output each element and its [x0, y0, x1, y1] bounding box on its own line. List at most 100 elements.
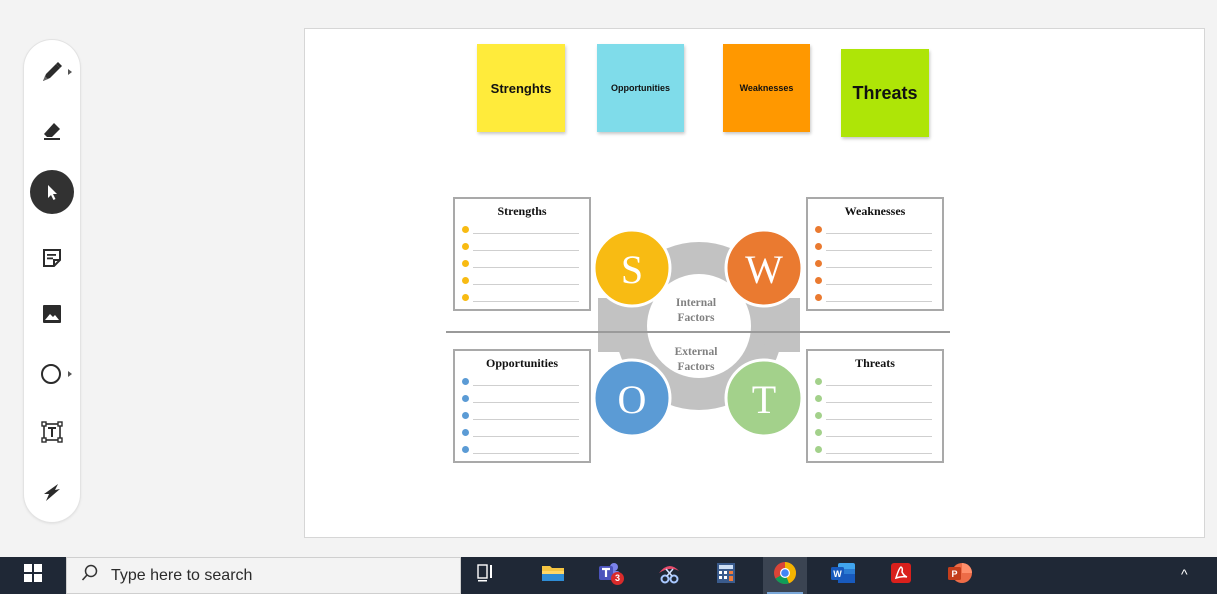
sticky-note-strengths[interactable]: Strenghts [477, 44, 565, 132]
bullet-rule [473, 284, 579, 285]
sticky-note-label: Opportunities [611, 83, 670, 93]
svg-text:P: P [951, 569, 957, 579]
bullet-line [455, 237, 589, 254]
bullet-rule [473, 301, 579, 302]
bullet-dot [462, 446, 469, 453]
bullet-line [808, 406, 942, 423]
svg-text:W: W [833, 569, 842, 579]
bullet-rule [826, 402, 932, 403]
text-box-icon [40, 420, 64, 444]
weaknesses-bullets [808, 220, 942, 305]
pen-tool[interactable] [30, 50, 74, 94]
sticky-note-opportunities[interactable]: Opportunities [597, 44, 684, 132]
bullet-rule [826, 453, 932, 454]
cursor-arrow-icon [42, 182, 62, 202]
strengths-title: Strengths [497, 204, 547, 218]
teams-button[interactable]: 3 [588, 557, 632, 594]
bullet-line [808, 220, 942, 237]
bullet-dot [815, 243, 822, 250]
sticky-note-icon [41, 247, 63, 269]
weaknesses-box[interactable]: Weaknesses [806, 197, 944, 311]
bullet-dot [462, 395, 469, 402]
powerpoint-button[interactable]: P [938, 557, 982, 594]
bullet-dot [462, 243, 469, 250]
external-line-2: Factors [677, 361, 715, 373]
calculator-button[interactable] [704, 557, 748, 594]
task-view-icon [476, 564, 496, 587]
file-explorer-button[interactable] [531, 557, 575, 594]
bullet-dot [815, 260, 822, 267]
ink-to-shape-tool[interactable] [30, 470, 74, 514]
select-tool[interactable] [30, 170, 74, 214]
shape-caret-icon [68, 371, 72, 377]
bullet-rule [473, 436, 579, 437]
pen-icon [40, 60, 64, 84]
snipping-tool-icon [656, 561, 682, 590]
bullet-line [455, 406, 589, 423]
bullet-dot [815, 378, 822, 385]
opportunities-title: Opportunities [485, 356, 558, 370]
weaknesses-title: Weaknesses [844, 204, 906, 218]
bullet-line [455, 372, 589, 389]
bullet-dot [815, 446, 822, 453]
circle-shape-icon [40, 362, 64, 386]
bullet-line [808, 237, 942, 254]
word-icon: W [830, 562, 856, 589]
chrome-button[interactable] [763, 557, 807, 594]
bullet-dot [815, 294, 822, 301]
eraser-tool[interactable] [30, 108, 74, 152]
start-button[interactable] [0, 557, 66, 594]
external-factors-label: External Factors [656, 345, 736, 375]
bullet-line [808, 372, 942, 389]
bullet-line [455, 440, 589, 457]
bullet-line [808, 423, 942, 440]
internal-line-1: Internal [675, 297, 717, 309]
task-view-button[interactable] [464, 557, 508, 594]
sticky-note-threats[interactable]: Threats [841, 49, 929, 137]
threats-title: Threats [855, 356, 895, 370]
bullet-dot [462, 294, 469, 301]
image-icon [41, 303, 63, 325]
bullet-rule [826, 301, 932, 302]
bullet-rule [826, 233, 932, 234]
search-icon [81, 564, 99, 587]
word-button[interactable]: W [821, 557, 865, 594]
sticky-note-label: Weaknesses [739, 83, 794, 93]
shape-tool[interactable] [30, 352, 74, 396]
bullet-dot [462, 260, 469, 267]
sticky-note-tool[interactable] [30, 236, 74, 280]
snipping-tool-button[interactable] [647, 557, 691, 594]
internal-external-divider [446, 331, 950, 333]
opportunities-box[interactable]: Opportunities [453, 349, 591, 463]
bullet-line [808, 271, 942, 288]
text-box-tool[interactable] [30, 410, 74, 454]
sticky-note-weaknesses[interactable]: Weaknesses [723, 44, 810, 132]
bullet-line [808, 389, 942, 406]
external-line-1: External [674, 346, 718, 358]
taskbar-search-box[interactable]: Type here to search [66, 557, 461, 594]
chrome-icon [773, 561, 797, 590]
image-tool[interactable] [30, 292, 74, 336]
bullet-line [455, 220, 589, 237]
bullet-rule [473, 250, 579, 251]
bullet-rule [826, 436, 932, 437]
strengths-box[interactable]: Strengths [453, 197, 591, 311]
acrobat-button[interactable] [879, 557, 923, 594]
windows-logo-icon [24, 564, 42, 587]
calculator-icon [716, 562, 736, 589]
search-placeholder: Type here to search [111, 566, 253, 584]
sticky-note-label: Threats [852, 82, 918, 103]
bullet-rule [473, 402, 579, 403]
strengths-bullets [455, 220, 589, 305]
bullet-rule [473, 419, 579, 420]
eraser-icon [40, 118, 64, 142]
bullet-line [455, 271, 589, 288]
bullet-line [455, 288, 589, 305]
bullet-line [455, 389, 589, 406]
bullet-line [808, 288, 942, 305]
bullet-line [455, 423, 589, 440]
teams-badge: 3 [611, 572, 624, 585]
tray-overflow-chevron-icon[interactable]: ^ [1181, 566, 1188, 582]
bullet-rule [826, 284, 932, 285]
threats-box[interactable]: Threats [806, 349, 944, 463]
